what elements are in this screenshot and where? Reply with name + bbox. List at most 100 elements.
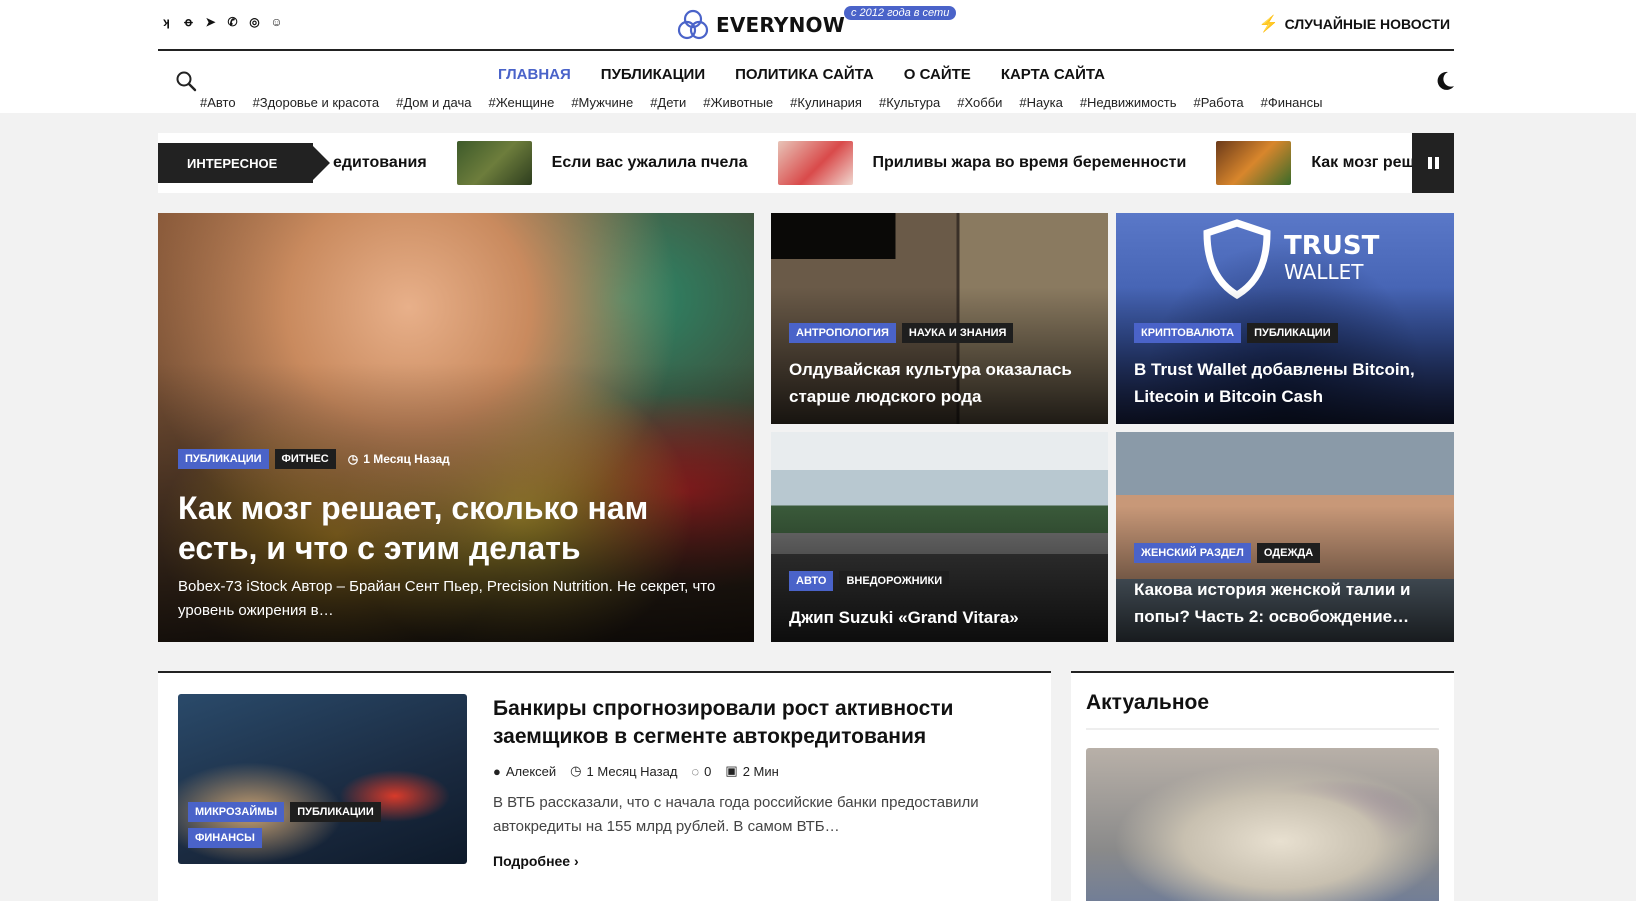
sidebar-widget: Актуальное	[1071, 671, 1454, 901]
social-links: ʞ ꝋ ➤ ✆ ◎ ☺	[160, 14, 283, 30]
ticker-item[interactable]: едитования	[333, 154, 427, 172]
random-news-link[interactable]: ⚡ СЛУЧАЙНЫЕ НОВОСТИ	[1259, 14, 1450, 34]
tag-link[interactable]: #Авто	[200, 95, 236, 110]
book-icon: ▣	[725, 763, 738, 778]
nav-item-publications[interactable]: ПУБЛИКАЦИИ	[601, 66, 705, 83]
pause-button[interactable]	[1412, 133, 1454, 193]
read-more-link[interactable]: Подробнее ›	[493, 853, 579, 869]
tag-link[interactable]: #Дом и дача	[396, 95, 471, 110]
pause-icon	[1427, 157, 1432, 169]
featured-card[interactable]: АНТРОПОЛОГИЯ НАУКА И ЗНАНИЯ Олдувайская …	[771, 213, 1108, 424]
ticker-item[interactable]: Если вас ужалила пчела	[456, 141, 748, 185]
site-logo[interactable]: EVERYNOW с 2012 года в сети	[676, 6, 957, 42]
featured-card[interactable]: АВТО ВНЕДОРОЖНИКИ Джип Suzuki «Grand Vit…	[771, 432, 1108, 642]
sidebar-title: Актуальное	[1086, 691, 1210, 714]
search-icon[interactable]	[175, 70, 197, 92]
featured-card-title[interactable]: Олдувайская культура оказалась старше лю…	[789, 356, 1089, 410]
image-text-line: WALLET	[1284, 260, 1364, 284]
nav-item-policy[interactable]: ПОЛИТИКА САЙТА	[735, 66, 874, 83]
mail-icon[interactable]: ☺	[270, 14, 283, 30]
category-badge[interactable]: ОДЕЖДА	[1256, 543, 1321, 563]
tag-link[interactable]: #Дети	[650, 95, 686, 110]
category-badge[interactable]: ВНЕДОРОЖНИКИ	[839, 571, 950, 591]
tag-list: #Авто #Здоровье и красота #Дом и дача #Ж…	[200, 95, 1322, 110]
post-excerpt: В ВТБ рассказали, что с начала года росс…	[493, 794, 979, 835]
category-badge[interactable]: АВТО	[789, 571, 834, 591]
tag-link[interactable]: #Работа	[1193, 95, 1243, 110]
odnoklassniki-icon[interactable]: ꝋ	[182, 14, 195, 30]
featured-main-card[interactable]: ПУБЛИКАЦИИ ФИТНЕС ◷ 1 Месяц Назад Как моз…	[158, 213, 754, 642]
chevron-right-icon: ›	[574, 853, 579, 869]
nav-item-home[interactable]: ГЛАВНАЯ	[498, 66, 571, 83]
featured-main-title[interactable]: Как мозг решает, сколько нам есть, и что…	[178, 488, 718, 568]
header-divider	[158, 49, 1454, 51]
featured-card[interactable]: ЖЕНСКИЙ РАЗДЕЛ ОДЕЖДА Какова история жен…	[1116, 432, 1454, 642]
tag-link[interactable]: #Животные	[703, 95, 773, 110]
category-badge[interactable]: ЖЕНСКИЙ РАЗДЕЛ	[1134, 543, 1251, 563]
lightning-icon: ⚡	[1258, 16, 1279, 33]
ticker-item[interactable]: Как мозг реш	[1216, 141, 1415, 185]
category-badge[interactable]: АНТРОПОЛОГИЯ	[789, 323, 896, 343]
post-badges: МИКРОЗАЙМЫ ПУБЛИКАЦИИ ФИНАНСЫ	[188, 802, 408, 848]
logo-text: EVERYNOW	[716, 13, 845, 37]
post-author-name: Алексей	[505, 763, 557, 779]
ticker-thumbnail	[456, 141, 532, 185]
category-badge[interactable]: ПУБЛИКАЦИИ	[290, 802, 381, 822]
telegram-icon[interactable]: ➤	[204, 14, 217, 30]
post-comments-count: 0	[704, 763, 712, 779]
post-title[interactable]: Банкиры спрогнозировали рост активности …	[493, 695, 1013, 751]
featured-card-badges: АВТО ВНЕДОРОЖНИКИ	[789, 571, 950, 591]
ticker-label: ИНТЕРЕСНОЕ	[158, 143, 313, 183]
tag-link[interactable]: #Мужчине	[571, 95, 633, 110]
tag-link[interactable]: #Хобби	[957, 95, 1002, 110]
category-badge[interactable]: ФИТНЕС	[274, 449, 336, 469]
post-comments[interactable]: ◌ 0	[691, 764, 711, 779]
ticker-item-title: едитования	[333, 154, 427, 171]
sidebar-thumbnail[interactable]	[1086, 748, 1439, 901]
clock-icon: ◷	[347, 452, 359, 466]
post-time: ◷ 1 Месяц Назад	[570, 763, 677, 779]
post-read-time: ▣ 2 Мин	[725, 763, 778, 779]
ticker-item[interactable]: Приливы жара во время беременности	[777, 141, 1187, 185]
tag-link[interactable]: #Женщине	[488, 95, 554, 110]
category-badge[interactable]: ФИНАНСЫ	[188, 828, 262, 848]
dark-mode-moon-icon[interactable]	[1434, 70, 1456, 92]
tag-link[interactable]: #Недвижимость	[1080, 95, 1177, 110]
post-time-text: 1 Месяц Назад	[586, 763, 678, 779]
vk-icon[interactable]: ʞ	[160, 14, 173, 30]
featured-main-excerpt: Bobex-73 iStock Автор – Брайан Сент Пьер…	[178, 578, 716, 619]
category-badge[interactable]: ПУБЛИКАЦИИ	[178, 449, 269, 469]
featured-card-title[interactable]: Какова история женской талии и попы? Час…	[1134, 576, 1444, 630]
featured-card-title[interactable]: Джип Suzuki «Grand Vitara»	[789, 604, 1089, 631]
featured-card-title[interactable]: В Trust Wallet добавлены Bitcoin, Liteco…	[1134, 356, 1444, 410]
viber-icon[interactable]: ✆	[226, 14, 239, 30]
tag-link[interactable]: #Наука	[1019, 95, 1062, 110]
tag-link[interactable]: #Культура	[879, 95, 940, 110]
pause-icon	[1434, 157, 1439, 169]
whatsapp-icon[interactable]: ◎	[248, 14, 261, 30]
featured-card-badges: ЖЕНСКИЙ РАЗДЕЛ ОДЕЖДА	[1134, 543, 1321, 563]
category-badge[interactable]: НАУКА И ЗНАНИЯ	[901, 323, 1014, 343]
read-more-label: Подробнее	[493, 853, 571, 869]
category-badge[interactable]: МИКРОЗАЙМЫ	[188, 802, 285, 822]
nav-item-about[interactable]: О САЙТЕ	[904, 66, 971, 83]
clock-icon: ◷	[570, 763, 582, 778]
image-text-line: TRUST	[1284, 231, 1380, 261]
post-author[interactable]: ● Алексей	[493, 764, 556, 779]
sidebar-divider	[1086, 728, 1439, 730]
user-icon: ●	[493, 763, 501, 779]
featured-card[interactable]: TRUST WALLET КРИПТОВАЛЮТА ПУБЛИКАЦИИ В T…	[1116, 213, 1454, 424]
category-badge[interactable]: ПУБЛИКАЦИИ	[1247, 323, 1338, 343]
post-time-text: 1 Месяц Назад	[363, 452, 450, 466]
post-read-time-text: 2 Мин	[742, 763, 779, 779]
nav-item-sitemap[interactable]: КАРТА САЙТА	[1001, 66, 1105, 83]
tag-link[interactable]: #Кулинария	[790, 95, 862, 110]
ticker-item-title: Как мозг реш	[1311, 154, 1415, 171]
logo-badge: с 2012 года в сети	[844, 6, 957, 20]
tag-link[interactable]: #Финансы	[1261, 95, 1323, 110]
tag-link[interactable]: #Здоровье и красота	[253, 95, 380, 110]
logo-icon	[677, 9, 709, 40]
post-thumbnail[interactable]: МИКРОЗАЙМЫ ПУБЛИКАЦИИ ФИНАНСЫ	[178, 694, 467, 864]
ticker-item-title: Приливы жара во время беременности	[872, 154, 1187, 171]
category-badge[interactable]: КРИПТОВАЛЮТА	[1134, 323, 1242, 343]
